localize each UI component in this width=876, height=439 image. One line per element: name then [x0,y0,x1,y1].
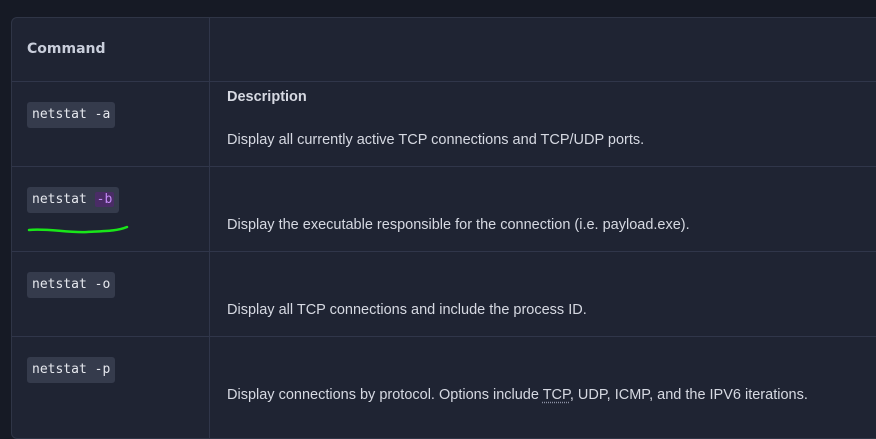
command-table: Command Description netstat -a Display a… [11,17,876,439]
description-text: , UDP, ICMP, and the IPV6 iterations. [569,387,808,403]
command-code: netstat -o [27,272,116,298]
highlighted-flag: -b [94,192,115,207]
abbreviation-tcp[interactable]: TCP [543,387,570,403]
command-base: netstat [32,192,95,207]
table-row: netstat -b Display the executable respon… [12,167,876,252]
command-code: netstat -a [27,102,116,128]
table-row: netstat -a Display all currently active … [12,82,876,167]
description-text: Display connections by protocol. Options… [227,387,543,403]
command-description: Display connections by protocol. Options… [227,387,808,403]
table-row: netstat -o Display all TCP connections a… [12,252,876,337]
command-description: Display all currently active TCP connect… [227,132,645,148]
command-code: netstat -p [27,357,116,383]
table-header-row: Command Description [12,18,876,105]
command-description: Display all TCP connections and include … [227,302,587,318]
green-underline-annotation [27,225,129,234]
header-command: Command [27,41,106,57]
table-row: netstat -p Display connections by protoc… [12,337,876,421]
command-code: netstat -b [27,187,120,213]
command-description: Display the executable responsible for t… [227,217,690,233]
